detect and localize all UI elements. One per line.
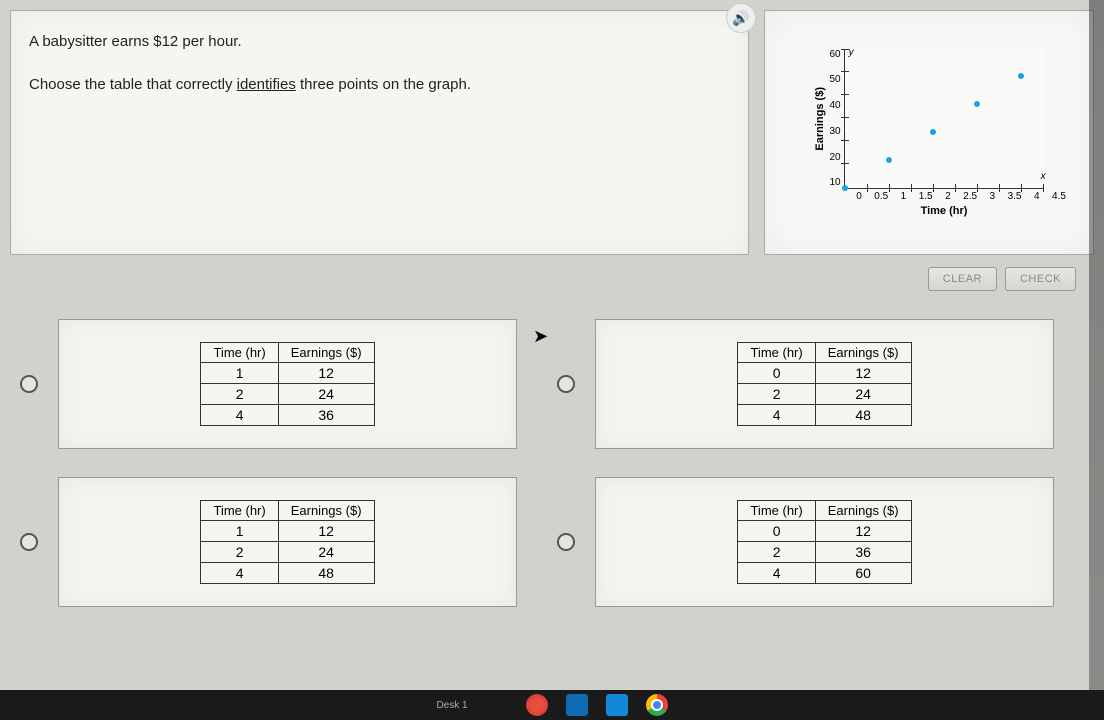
choice-a[interactable]: Time (hr)Earnings ($) 112 224 436	[20, 319, 517, 449]
desk-label[interactable]: Desk 1	[436, 700, 467, 711]
choice-panel: Time (hr)Earnings ($) 112 224 448	[58, 477, 517, 607]
data-point	[930, 129, 936, 135]
radio-d[interactable]	[557, 533, 575, 551]
choice-panel: Time (hr)Earnings ($) 012 236 460	[595, 477, 1054, 607]
radio-a[interactable]	[20, 375, 38, 393]
question-line-1: A babysitter earns $12 per hour.	[29, 31, 730, 54]
audio-button[interactable]: 🔊	[726, 3, 756, 33]
choice-panel: Time (hr)Earnings ($) 012 224 448	[595, 319, 1054, 449]
plot-area: y x	[844, 49, 1044, 189]
check-button[interactable]: CHECK	[1005, 267, 1076, 291]
choice-table: Time (hr)Earnings ($) 012 224 448	[737, 342, 911, 426]
choice-table: Time (hr)Earnings ($) 112 224 448	[200, 500, 374, 584]
taskbar-app-icon[interactable]	[566, 694, 588, 716]
choice-d[interactable]: Time (hr)Earnings ($) 012 236 460	[557, 477, 1054, 607]
question-panel: 🔊 A babysitter earns $12 per hour. Choos…	[10, 10, 749, 255]
choice-table: Time (hr)Earnings ($) 112 224 436	[200, 342, 374, 426]
data-point	[842, 185, 848, 191]
choice-panel: Time (hr)Earnings ($) 112 224 436	[58, 319, 517, 449]
data-point	[1018, 73, 1024, 79]
radio-b[interactable]	[557, 375, 575, 393]
data-point	[974, 101, 980, 107]
screen-edge	[1089, 0, 1104, 690]
graph-panel: Earnings ($) 60 50 40 30 20 10 y x	[764, 10, 1094, 255]
radio-c[interactable]	[20, 533, 38, 551]
taskbar-chrome-icon[interactable]	[646, 694, 668, 716]
clear-button[interactable]: CLEAR	[928, 267, 997, 291]
choices-grid: Time (hr)Earnings ($) 112 224 436 Time (…	[0, 291, 1104, 607]
taskbar[interactable]: Desk 1	[0, 690, 1104, 720]
choice-b[interactable]: Time (hr)Earnings ($) 012 224 448	[557, 319, 1054, 449]
taskbar-app-icon[interactable]	[526, 694, 548, 716]
question-line-2: Choose the table that correctly identifi…	[29, 74, 730, 97]
y-letter: y	[849, 47, 854, 58]
identifies-word: identifies	[237, 76, 296, 93]
choice-c[interactable]: Time (hr)Earnings ($) 112 224 448	[20, 477, 517, 607]
taskbar-app-icon[interactable]	[606, 694, 628, 716]
x-letter: x	[1041, 171, 1046, 182]
choice-table: Time (hr)Earnings ($) 012 236 460	[737, 500, 911, 584]
y-ticks: 60 50 40 30 20 10	[829, 49, 840, 189]
x-axis-label: Time (hr)	[921, 205, 968, 217]
y-axis-label: Earnings ($)	[814, 87, 826, 151]
data-point	[886, 157, 892, 163]
